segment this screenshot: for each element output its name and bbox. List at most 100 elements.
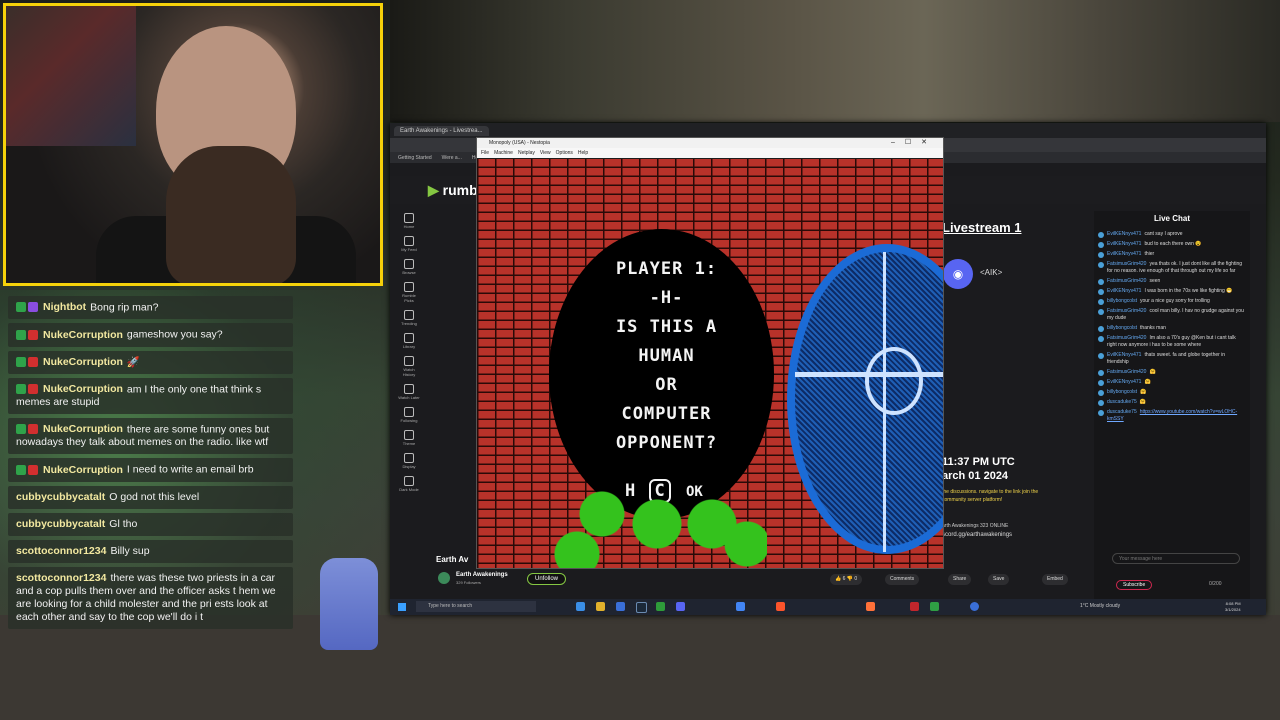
share-button[interactable]: Share xyxy=(948,574,972,585)
live-chat-username[interactable]: EvilKENnyv471 xyxy=(1107,379,1141,385)
game-screen[interactable]: PLAYER 1: -H- IS THIS A HUMAN OR COMPUTE… xyxy=(477,159,943,568)
firefox-icon[interactable] xyxy=(866,602,875,611)
emulator-menu: File Machine Netplay View Options Help xyxy=(477,148,943,158)
live-chat-username[interactable]: EvilKENnyv471 xyxy=(1107,352,1141,358)
windows-taskbar: Type here to search 1°C Mostly cloudy 8:… xyxy=(390,599,1266,615)
chat-text: I need to write an email brb xyxy=(126,463,254,476)
game-line-1: PLAYER 1: xyxy=(615,259,718,279)
rumble-logo[interactable]: ▶ rumb xyxy=(428,182,478,199)
chat-text: 🚀 xyxy=(126,355,140,368)
live-chat-username[interactable]: billybongcolst xyxy=(1107,325,1137,331)
chat-badges xyxy=(16,301,40,314)
channel-avatar[interactable] xyxy=(438,572,450,584)
nav-icon xyxy=(404,282,414,292)
live-chat-message: EvilKENnyv471 bud to each there own 😵 xyxy=(1098,241,1246,248)
nav-label: Dark Mode xyxy=(399,487,419,492)
webcam-streamer-beard xyxy=(166,146,296,283)
live-chat-message: FatsimusGrim420 seen xyxy=(1098,278,1246,285)
emulator-menu-item[interactable]: View xyxy=(540,150,551,156)
live-chat-messages: EvilKENnyv471 cant say I aprove EvilKENnyv… xyxy=(1098,231,1246,426)
subscribe-button[interactable]: Subscribe xyxy=(1116,580,1153,590)
nav-item-home[interactable]: Home xyxy=(398,213,420,229)
live-chat-username[interactable]: FatsimusGrim420 xyxy=(1107,278,1146,284)
live-chat-username[interactable]: FatsimusGrim420 xyxy=(1107,335,1146,341)
emulator-title-bar: Monopoly (USA) - Nestopia –☐✕ xyxy=(477,138,943,148)
weather-tray[interactable]: 1°C Mostly cloudy xyxy=(1080,603,1120,609)
emulator-menu-item[interactable]: Options xyxy=(556,150,573,156)
nav-item-trending[interactable]: Trending xyxy=(398,310,420,326)
taskbar-clock[interactable]: 8:08 PM 3/1/2024 xyxy=(1225,601,1241,613)
nav-item-library[interactable]: Library xyxy=(398,333,420,349)
discord-taskbar-icon[interactable] xyxy=(676,602,685,611)
live-chat-username[interactable]: EvilKENnyv471 xyxy=(1107,241,1141,247)
window-controls[interactable]: –☐✕ xyxy=(891,138,937,148)
nav-icon xyxy=(404,259,414,269)
overlay-chat-message: NukeCorruption am I the only one that thi… xyxy=(8,377,293,415)
live-chat-username[interactable]: EvilKENnyv471 xyxy=(1107,288,1141,294)
live-chat-username[interactable]: EvilKENnyv471 xyxy=(1107,231,1141,237)
chat-username: scottoconnor1234 xyxy=(16,544,107,557)
chrome-icon[interactable] xyxy=(736,602,745,611)
live-chat-input[interactable]: Your message here xyxy=(1112,553,1240,564)
live-chat-username[interactable]: duscaduke75 xyxy=(1107,399,1137,405)
edge-icon[interactable] xyxy=(576,602,585,611)
comments-button[interactable]: Comments xyxy=(885,574,920,585)
stream-title[interactable]: Livestream 1 xyxy=(942,220,1022,235)
store-icon[interactable] xyxy=(616,602,625,611)
discord-tag: <AIK> xyxy=(980,268,1003,277)
save-button[interactable]: Save xyxy=(988,574,1010,585)
money-bags-graphic xyxy=(547,484,767,568)
channel-name[interactable]: Earth Awakenings xyxy=(456,572,508,578)
nav-label: My Feed xyxy=(401,247,417,252)
brave-icon[interactable] xyxy=(776,602,785,611)
app-green-icon[interactable] xyxy=(930,602,939,611)
live-chat-username[interactable]: FatsimusGrim420 xyxy=(1107,261,1146,267)
background-space-station xyxy=(390,0,1280,122)
nav-item-watch-history[interactable]: Watch History xyxy=(398,356,420,377)
app-blue-icon[interactable] xyxy=(970,602,979,611)
game-line-5: OR xyxy=(655,375,678,395)
discord-icon[interactable]: ◉ xyxy=(943,259,973,289)
bookmark-item[interactable]: Were a... xyxy=(442,155,462,161)
file-explorer-icon[interactable] xyxy=(596,602,605,611)
live-chat-username[interactable]: FatsimusGrim420 xyxy=(1107,308,1146,314)
emulator-menu-item[interactable]: Help xyxy=(578,150,588,156)
emulator-menu-item[interactable]: Netplay xyxy=(518,150,535,156)
nav-item-following[interactable]: Following xyxy=(398,407,420,423)
nav-item-rumble-picks[interactable]: Rumble Picks xyxy=(398,282,420,303)
steam-icon[interactable] xyxy=(636,602,647,613)
chat-text: Gl tho xyxy=(109,517,138,530)
taskbar-search[interactable]: Type here to search xyxy=(416,601,536,612)
webcam-shelf xyxy=(6,6,136,146)
nav-icon xyxy=(404,407,414,417)
nav-item-dark-mode[interactable]: Dark Mode xyxy=(398,476,420,492)
emulator-menu-item[interactable]: Machine xyxy=(494,150,513,156)
emulator-menu-item[interactable]: File xyxy=(481,150,489,156)
nav-item-browse[interactable]: Browse xyxy=(398,259,420,275)
app-icon[interactable] xyxy=(656,602,665,611)
nav-item-watch-later[interactable]: Watch Later xyxy=(398,384,420,400)
badge-icon xyxy=(16,464,26,475)
live-chat-text: 🤗 xyxy=(1140,389,1147,395)
badge-icon xyxy=(28,384,38,395)
live-chat-username[interactable]: billybongcolst xyxy=(1107,298,1137,304)
live-chat-username[interactable]: duscaduke75 xyxy=(1107,409,1137,415)
discord-link[interactable]: scord.gg/earthawakenings xyxy=(942,532,1012,538)
overlay-chat-message: scottoconnor1234 Billy sup xyxy=(8,539,293,563)
browser-tab[interactable]: Earth Awakenings - Livestrea... xyxy=(394,125,489,136)
live-chat-username[interactable]: FatsimusGrim420 xyxy=(1107,369,1146,375)
unfollow-button[interactable]: Unfollow xyxy=(527,573,567,585)
nav-item-display[interactable]: Display xyxy=(398,453,420,469)
nav-item-theme[interactable]: Theme xyxy=(398,430,420,446)
like-button[interactable]: 👍 6 👎 0 xyxy=(830,574,863,585)
bookmark-item[interactable]: Getting Started xyxy=(398,155,432,161)
live-chat-username[interactable]: billybongcolst xyxy=(1107,389,1137,395)
nav-item-my-feed[interactable]: My Feed xyxy=(398,236,420,252)
chat-badges xyxy=(16,423,40,436)
overlay-chat-message: NukeCorruption I need to write an email b… xyxy=(8,458,293,482)
embed-button[interactable]: Embed xyxy=(1042,574,1068,585)
windows-start-icon[interactable] xyxy=(398,603,406,611)
app-red-icon[interactable] xyxy=(910,602,919,611)
live-chat-username[interactable]: EvilKENnyv471 xyxy=(1107,251,1141,257)
webcam-feed xyxy=(3,3,383,286)
